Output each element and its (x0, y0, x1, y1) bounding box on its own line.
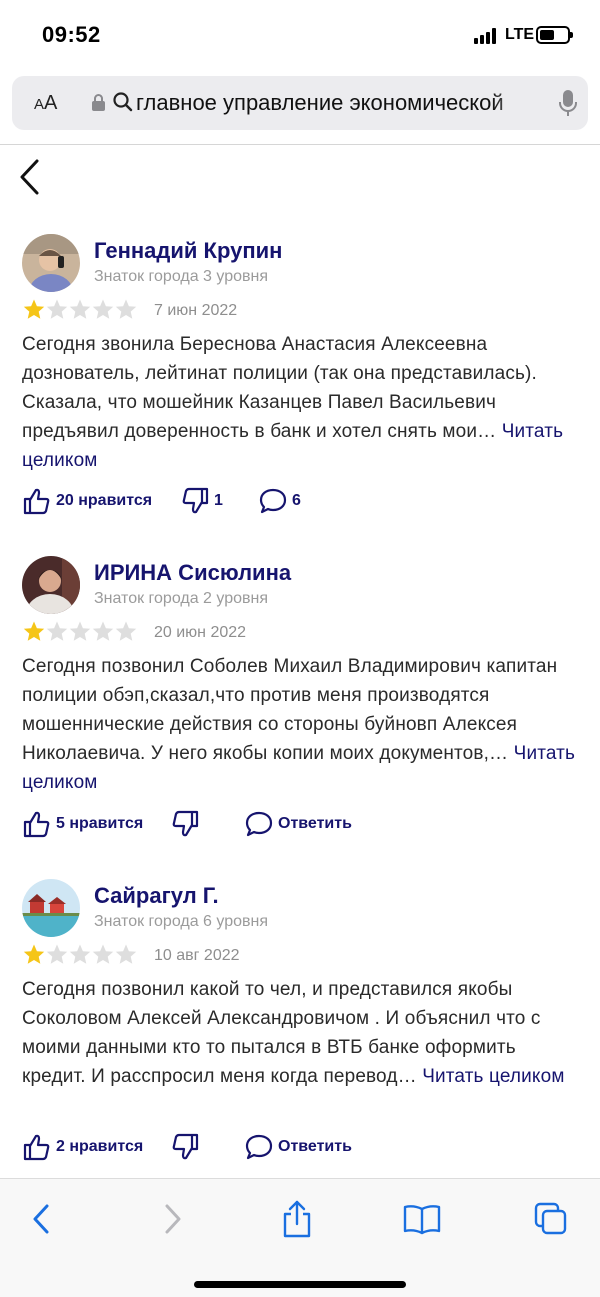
review-card: Геннадий Крупин Знаток города 3 уровня 7… (0, 234, 600, 534)
dislike-button[interactable] (170, 807, 204, 841)
reply-label: Ответить (278, 815, 352, 832)
thumbs-up-icon (23, 811, 50, 838)
review-date: 10 авг 2022 (154, 947, 240, 964)
reply-label: Ответить (278, 1138, 352, 1155)
status-bar: 09:52 LTE (0, 0, 600, 72)
star-filled-icon (23, 621, 45, 641)
star-empty-icon (115, 944, 137, 964)
text-size-button[interactable]: AA (34, 92, 57, 115)
reviewer-name[interactable]: Геннадий Крупин (94, 238, 282, 264)
read-more-link[interactable]: Читать целиком (422, 1066, 564, 1087)
battery-icon (536, 26, 573, 44)
comment-icon (245, 811, 273, 837)
search-icon (113, 92, 133, 112)
review-actions: 20 нравится 1 6 (22, 484, 582, 518)
comment-icon (259, 488, 287, 514)
rating-stars (22, 298, 137, 322)
reviewer-name[interactable]: Сайрагул Г. (94, 883, 219, 909)
like-count: 5 нравится (56, 815, 144, 832)
thumbs-up-icon (23, 1134, 50, 1161)
like-button[interactable]: 2 нравится (22, 1130, 143, 1164)
review-date: 7 июн 2022 (154, 302, 238, 319)
comment-icon (245, 1134, 273, 1160)
bookmarks-icon[interactable] (402, 1199, 442, 1239)
review-actions: 2 нравится Ответить (22, 1130, 582, 1164)
url-text[interactable]: главное управление экономической (136, 90, 538, 116)
reviewer-name[interactable]: ИРИНА Сисюлина (94, 560, 291, 586)
star-empty-icon (115, 621, 137, 641)
star-empty-icon (92, 944, 114, 964)
star-empty-icon (69, 944, 91, 964)
back-icon[interactable] (22, 1199, 62, 1239)
lock-icon (92, 94, 105, 111)
star-empty-icon (92, 299, 114, 319)
like-count: 2 нравится (56, 1138, 144, 1155)
avatar[interactable] (22, 556, 80, 614)
reply-button[interactable]: Ответить (244, 807, 352, 841)
star-filled-icon (23, 299, 45, 319)
thumbs-down-icon (182, 487, 209, 514)
share-icon[interactable] (277, 1199, 317, 1239)
star-empty-icon (46, 621, 68, 641)
thumbs-down-icon (172, 1133, 199, 1160)
review-actions: 5 нравится Ответить (22, 807, 582, 841)
rating-stars (22, 943, 137, 967)
dislike-button[interactable] (170, 1130, 204, 1164)
thumbs-up-icon (23, 488, 50, 515)
tabs-icon[interactable] (531, 1199, 571, 1239)
like-button[interactable]: 20 нравится (22, 484, 152, 518)
rating-stars (22, 620, 137, 644)
comments-button[interactable]: 6 (258, 484, 301, 518)
review-text: Сегодня позвонил какой то чел, и предста… (22, 975, 582, 1091)
review-body: Сегодня позвонил Соболев Михаил Владимир… (22, 656, 558, 764)
dislike-count: 1 (214, 492, 223, 509)
network-label: LTE (505, 26, 535, 43)
star-empty-icon (69, 621, 91, 641)
star-empty-icon (46, 299, 68, 319)
like-count: 20 нравится (56, 492, 153, 509)
signal-icon (474, 28, 500, 44)
reviewer-level: Знаток города 3 уровня (94, 268, 269, 285)
back-button[interactable] (16, 156, 56, 198)
dislike-button[interactable]: 1 (180, 484, 223, 518)
microphone-icon[interactable] (558, 89, 578, 117)
browser-toolbar (0, 1178, 600, 1297)
review-text: Сегодня звонила Береснова Анастасия Алек… (22, 330, 582, 475)
star-empty-icon (92, 621, 114, 641)
avatar[interactable] (22, 234, 80, 292)
review-text: Сегодня позвонил Соболев Михаил Владимир… (22, 652, 582, 797)
address-bar[interactable]: AA главное управление экономической (12, 76, 588, 130)
reviewer-level: Знаток города 6 уровня (94, 913, 269, 930)
star-filled-icon (23, 944, 45, 964)
star-empty-icon (46, 944, 68, 964)
star-empty-icon (69, 299, 91, 319)
reply-button[interactable]: Ответить (244, 1130, 352, 1164)
reviewer-level: Знаток города 2 уровня (94, 590, 269, 607)
star-empty-icon (115, 299, 137, 319)
divider (0, 144, 600, 145)
status-time: 09:52 (42, 22, 101, 47)
home-indicator (194, 1281, 406, 1288)
comment-count: 6 (292, 492, 301, 509)
avatar[interactable] (22, 879, 80, 937)
forward-icon[interactable] (152, 1199, 192, 1239)
thumbs-down-icon (172, 810, 199, 837)
review-card: ИРИНА Сисюлина Знаток города 2 уровня 20… (0, 556, 600, 856)
review-body: Сегодня звонила Береснова Анастасия Алек… (22, 334, 537, 442)
review-card: Сайрагул Г. Знаток города 6 уровня 10 ав… (0, 879, 600, 1179)
review-date: 20 июн 2022 (154, 624, 247, 641)
like-button[interactable]: 5 нравится (22, 807, 143, 841)
